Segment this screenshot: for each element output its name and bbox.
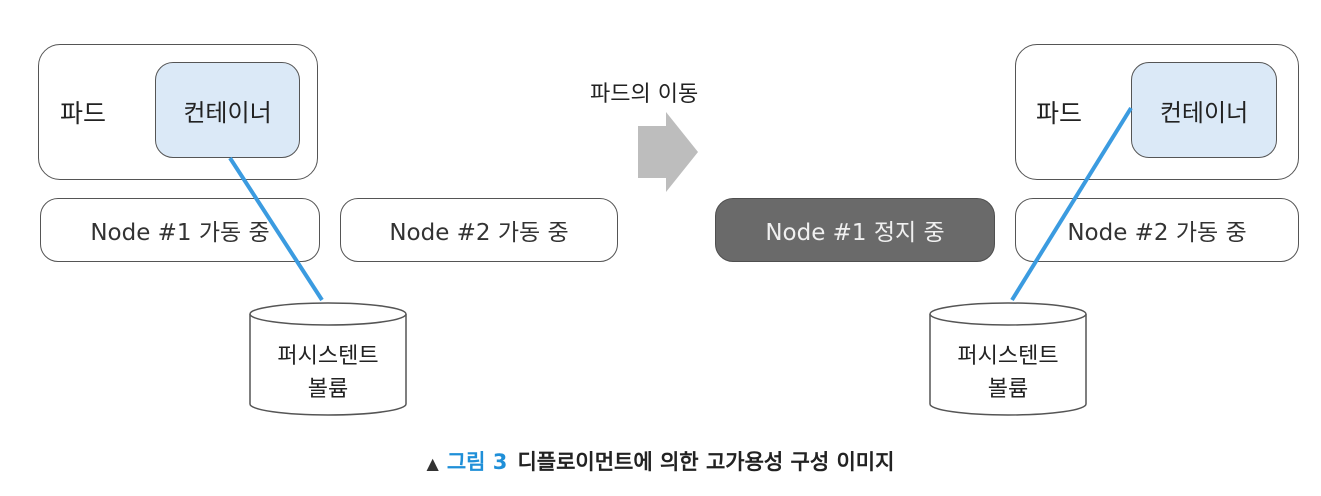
caption-text: 디플로이먼트에 의한 고가용성 구성 이미지 xyxy=(517,450,895,474)
left-pod-label: 파드 xyxy=(60,99,107,128)
right-pod-label: 파드 xyxy=(1036,99,1083,128)
figure-number: 그림 3 xyxy=(446,450,508,474)
move-label: 파드의 이동 xyxy=(590,82,699,107)
right-volume-label-2: 볼륨 xyxy=(987,377,1029,402)
left-volume-label-1: 퍼시스텐트 xyxy=(277,344,379,369)
left-volume-label-2: 볼륨 xyxy=(307,377,349,402)
figure-caption: ▲ 그림 3 디플로이먼트에 의한 고가용성 구성 이미지 xyxy=(0,446,1321,476)
triangle-marker-icon: ▲ xyxy=(426,454,439,473)
left-container: 컨테이너 xyxy=(155,62,300,158)
right-container: 컨테이너 xyxy=(1131,62,1277,158)
left-node-2: Node #2 가동 중 xyxy=(340,198,618,262)
right-node-2: Node #2 가동 중 xyxy=(1015,198,1299,262)
right-node-1-stopped: Node #1 정지 중 xyxy=(715,198,995,262)
left-node-1: Node #1 가동 중 xyxy=(40,198,320,262)
left-persistent-volume: 퍼시스텐트 볼륨 xyxy=(248,300,408,416)
right-persistent-volume: 퍼시스텐트 볼륨 xyxy=(928,300,1088,416)
right-volume-label-1: 퍼시스텐트 xyxy=(957,344,1059,369)
